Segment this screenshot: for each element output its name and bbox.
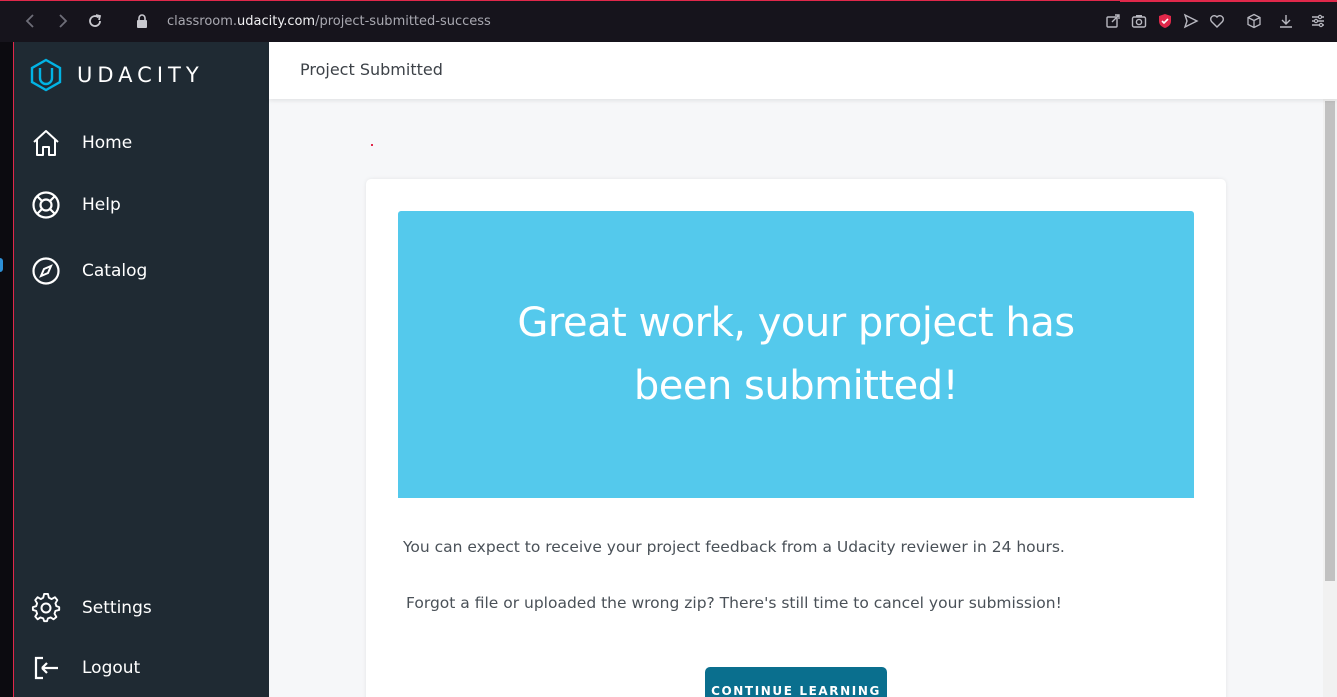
lifebuoy-icon [30, 189, 62, 221]
sidebar-item-label: Home [82, 133, 133, 153]
lock-icon[interactable] [133, 12, 151, 30]
success-heading: Great work, your project has been submit… [517, 299, 1075, 409]
url-prefix: classroom. [167, 14, 238, 29]
sidebar-item-settings[interactable]: Settings [30, 590, 152, 626]
sidebar-item-label: Logout [82, 658, 141, 678]
sidebar-item-label: Help [82, 195, 121, 215]
cancel-message: Forgot a file or uploaded the wrong zip?… [406, 594, 1062, 612]
logo-text: UDACITY [77, 63, 204, 87]
compass-icon [30, 255, 62, 287]
tab-highlight [1120, 0, 1337, 2]
edge-indicator [0, 258, 3, 272]
url-domain: udacity.com [237, 14, 316, 29]
heart-icon[interactable] [1209, 13, 1225, 29]
home-icon [30, 127, 62, 159]
sidebar-item-home[interactable]: Home [30, 125, 132, 161]
logout-icon [30, 652, 62, 684]
sidebar-item-label: Catalog [82, 261, 148, 281]
shield-icon[interactable] [1157, 13, 1173, 29]
page-header: Project Submitted [269, 42, 1337, 99]
url-path: /project-submitted-success [315, 14, 491, 29]
scrollbar[interactable] [1323, 99, 1337, 697]
scrollbar-thumb[interactable] [1325, 101, 1335, 581]
browser-toolbar: classroom.udacity.com/project-submitted-… [0, 0, 1337, 42]
cube-icon[interactable] [1246, 13, 1262, 29]
forward-icon[interactable] [53, 12, 71, 30]
page-title: Project Submitted [300, 60, 443, 79]
sidebar-item-logout[interactable]: Logout [30, 650, 140, 686]
sidebar-item-catalog[interactable]: Catalog [30, 253, 147, 289]
success-banner: Great work, your project has been submit… [398, 211, 1194, 498]
sidebar: UDACITY Home Help Catalog Settings Logou… [13, 42, 269, 697]
sidebar-item-help[interactable]: Help [30, 187, 121, 223]
feedback-message: You can expect to receive your project f… [403, 538, 1065, 556]
gear-icon [30, 592, 62, 624]
continue-learning-button[interactable]: CONTINUE LEARNING [705, 667, 887, 697]
share-icon[interactable] [1105, 13, 1121, 29]
back-icon[interactable] [22, 12, 40, 30]
address-bar[interactable]: classroom.udacity.com/project-submitted-… [167, 14, 491, 29]
sidebar-item-label: Settings [82, 598, 152, 618]
menu-icon[interactable] [1310, 13, 1326, 29]
send-icon[interactable] [1183, 13, 1199, 29]
reload-icon[interactable] [86, 12, 104, 30]
cursor-dot [371, 144, 373, 146]
udacity-logo[interactable]: UDACITY [29, 58, 204, 92]
camera-icon[interactable] [1131, 13, 1147, 29]
submission-card: Great work, your project has been submit… [366, 179, 1226, 697]
window-edge [0, 42, 13, 697]
download-icon[interactable] [1278, 13, 1294, 29]
udacity-u-icon [30, 58, 62, 92]
